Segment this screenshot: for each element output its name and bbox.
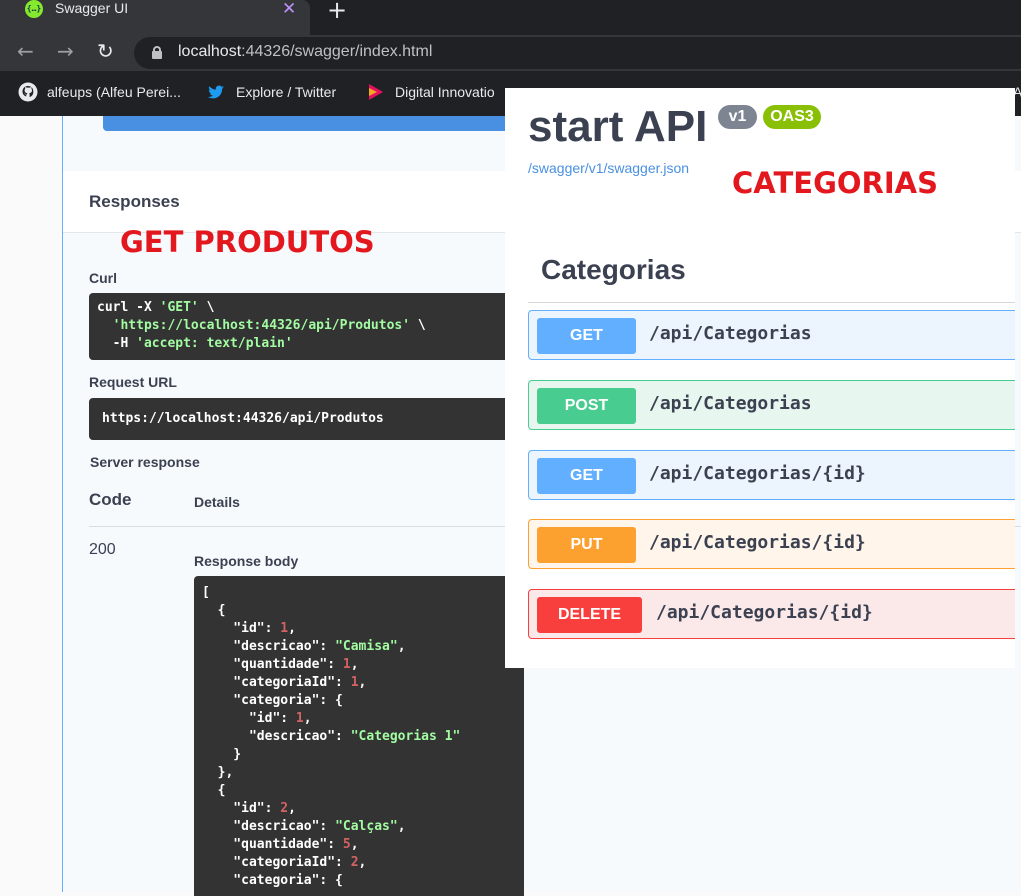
curl-line: curl -X 'GET' \ — [97, 300, 215, 315]
browser-tab[interactable]: {…} Swagger UI ✕ — [0, 0, 310, 35]
method-badge-put: PUT — [537, 527, 636, 563]
annotation-categorias: CATEGORIAS — [732, 166, 938, 200]
tag-title-categorias[interactable]: Categorias — [541, 254, 686, 286]
response-body-line: "categoriaId": 2, — [202, 855, 367, 870]
response-body-line: "id": 1, — [202, 621, 296, 636]
details-column-header: Details — [194, 494, 240, 510]
operation-delete-categoria-by-id[interactable]: DELETE /api/Categorias/{id} — [528, 589, 1015, 639]
annotation-get-produtos: GET PRODUTOS — [120, 225, 375, 259]
tab-close-icon[interactable]: ✕ — [282, 0, 296, 19]
bookmark-github[interactable]: alfeups (Alfeu Perei... — [47, 84, 181, 100]
response-body-line: "descricao": "Calças", — [202, 819, 406, 834]
execute-button[interactable] — [103, 116, 523, 131]
url-text[interactable]: localhost:44326/swagger/index.html — [178, 43, 432, 61]
operation-put-categoria-by-id[interactable]: PUT /api/Categorias/{id} — [528, 519, 1015, 569]
tab-title: Swagger UI — [55, 0, 129, 16]
operation-get-categorias[interactable]: GET /api/Categorias — [528, 310, 1015, 360]
request-url-label: Request URL — [89, 374, 177, 390]
address-bar[interactable]: localhost:44326/swagger/index.html — [134, 37, 1021, 69]
lock-icon[interactable] — [152, 46, 162, 59]
tag-divider — [528, 302, 1015, 303]
method-badge-post: POST — [537, 388, 636, 424]
response-body-line: { — [202, 603, 226, 618]
server-response-label: Server response — [90, 454, 200, 470]
bookmark-dio[interactable]: Digital Innovatio — [395, 84, 495, 100]
code-column-header: Code — [89, 490, 132, 509]
github-icon — [18, 82, 38, 102]
browser-tab-strip: {…} Swagger UI ✕ + — [0, 0, 1021, 35]
swagger-json-link[interactable]: /swagger/v1/swagger.json — [528, 160, 689, 176]
method-badge-get: GET — [537, 318, 636, 354]
response-body-label: Response body — [194, 553, 299, 569]
method-badge-get: GET — [537, 458, 636, 494]
response-body-line: "categoria": { — [202, 873, 343, 888]
request-url-value[interactable]: https://localhost:44326/api/Produtos — [89, 398, 529, 440]
swagger-favicon-icon: {…} — [25, 0, 43, 18]
response-body-code[interactable]: [ { "id": 1, "descricao": "Camisa", "qua… — [194, 576, 524, 896]
response-body-line: "descricao": "Camisa", — [202, 639, 406, 654]
response-body-line: "id": 2, — [202, 801, 296, 816]
curl-line: 'https://localhost:44326/api/Produtos' \ — [112, 318, 426, 333]
browser-toolbar: ← → ↻ localhost:44326/swagger/index.html — [0, 35, 1021, 71]
operation-get-categoria-by-id[interactable]: GET /api/Categorias/{id} — [528, 450, 1015, 500]
responses-title: Responses — [89, 192, 180, 211]
response-body-line: }, — [202, 765, 234, 780]
twitter-icon — [208, 85, 224, 99]
response-body-line: [ — [202, 585, 210, 600]
response-body-line: } — [202, 747, 242, 762]
oas-badge: OAS3 — [763, 105, 821, 129]
new-tab-button[interactable]: + — [327, 0, 347, 24]
bookmark-twitter[interactable]: Explore / Twitter — [236, 84, 336, 100]
api-title: start API — [528, 102, 708, 151]
response-body-line: "id": 1, — [202, 711, 312, 726]
response-body-line: "quantidade": 5, — [202, 837, 359, 852]
curl-code-block[interactable]: curl -X 'GET' \ 'https://localhost:44326… — [89, 293, 529, 360]
operation-post-categorias[interactable]: POST /api/Categorias — [528, 380, 1015, 430]
operation-path: /api/Categorias — [649, 393, 812, 414]
response-body-line: { — [202, 783, 226, 798]
operation-path: /api/Categorias/{id} — [656, 602, 873, 623]
categorias-overlay-panel: start API v1 OAS3 /swagger/v1/swagger.js… — [505, 88, 1015, 668]
reload-button[interactable]: ↻ — [97, 39, 114, 63]
forward-button[interactable]: → — [57, 39, 74, 63]
method-badge-delete: DELETE — [537, 597, 642, 633]
dio-icon — [369, 84, 383, 100]
back-button[interactable]: ← — [17, 39, 34, 63]
response-body-line: "categoriaId": 1, — [202, 675, 367, 690]
curl-label: Curl — [89, 270, 117, 286]
operation-path: /api/Categorias — [649, 323, 812, 344]
operation-path: /api/Categorias/{id} — [649, 463, 866, 484]
response-body-line: "quantidade": 1, — [202, 657, 359, 672]
status-code: 200 — [89, 541, 116, 558]
response-body-line: "categoria": { — [202, 693, 343, 708]
operation-path: /api/Categorias/{id} — [649, 532, 866, 553]
version-badge: v1 — [718, 105, 757, 129]
curl-line: -H 'accept: text/plain' — [97, 336, 293, 351]
response-body-line: "descricao": "Categorias 1" — [202, 729, 461, 744]
